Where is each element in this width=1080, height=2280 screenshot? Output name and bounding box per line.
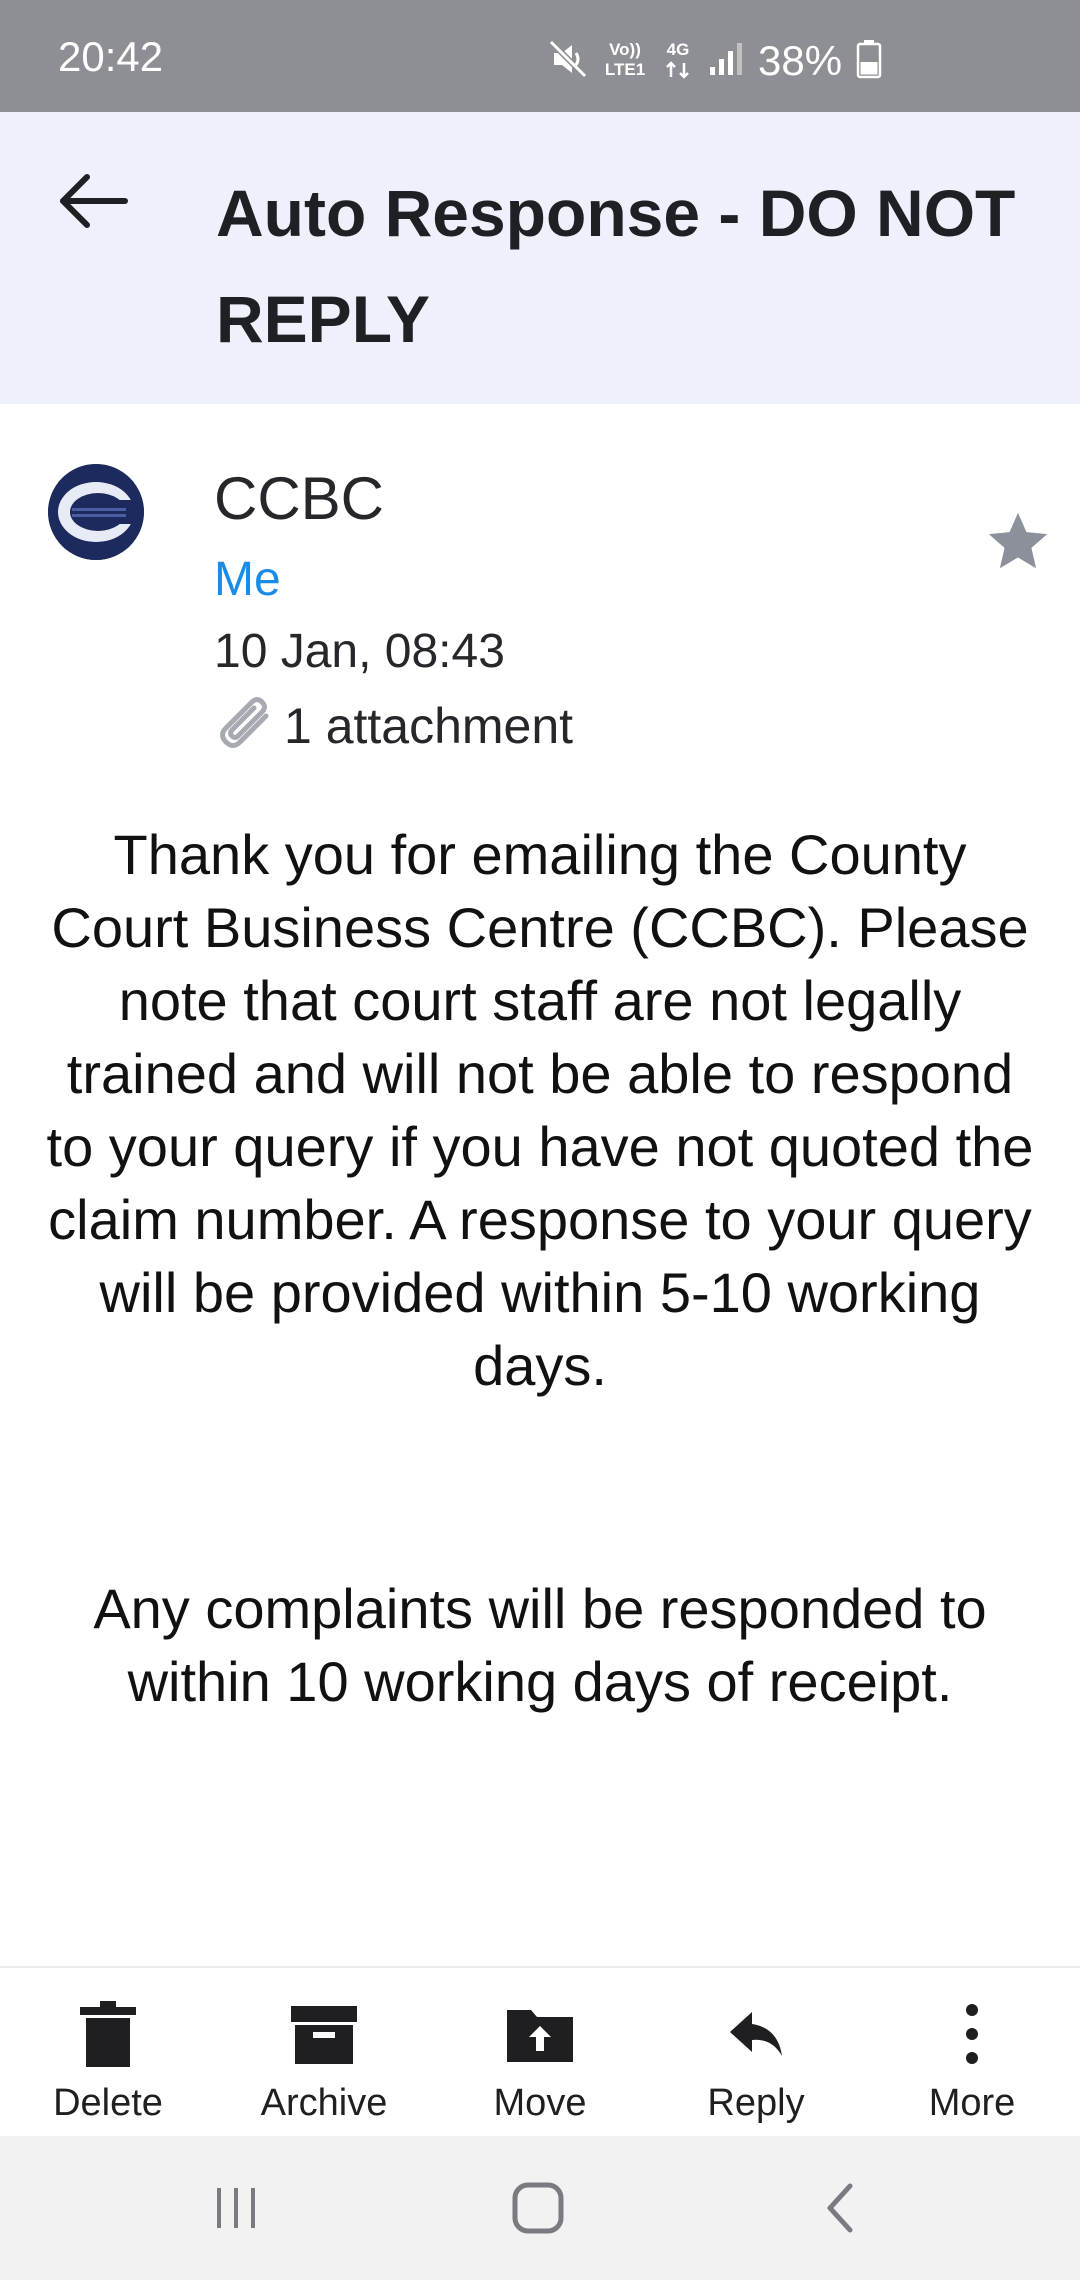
trash-icon: [68, 1994, 148, 2074]
status-icons: Vo)) LTE1 4G 38%: [548, 36, 882, 86]
battery-icon: [856, 39, 882, 84]
delete-label: Delete: [53, 2082, 163, 2124]
svg-text:LTE1: LTE1: [605, 60, 645, 79]
reply-button[interactable]: Reply: [648, 1968, 864, 2138]
battery-percent: 38%: [758, 37, 843, 84]
volte-icon: Vo)) LTE1: [602, 37, 648, 86]
star-icon: [988, 512, 1048, 569]
recent-apps-icon: [217, 2188, 255, 2228]
system-nav-bar: [0, 2136, 1080, 2280]
arrow-left-icon: [60, 174, 128, 228]
sender-name[interactable]: CCBC: [214, 466, 384, 532]
nav-back-button[interactable]: [790, 2166, 890, 2250]
status-bar: 20:42 Vo)) LTE1 4G 38%: [0, 0, 1080, 112]
body-paragraph: Any complaints will be responded to with…: [93, 1577, 987, 1713]
archive-icon: [284, 1994, 364, 2074]
recent-apps-button[interactable]: [186, 2166, 286, 2250]
move-button[interactable]: Move: [432, 1968, 648, 2138]
delete-button[interactable]: Delete: [0, 1968, 216, 2138]
message-subject: Auto Response - DO NOT REPLY: [216, 176, 1016, 356]
message-date: 10 Jan, 08:43: [214, 625, 505, 678]
email-body: Thank you for emailing the County Court …: [40, 818, 1040, 1718]
recipient-link[interactable]: Me: [214, 553, 281, 607]
4g-data-icon: 4G: [662, 37, 694, 86]
reply-label: Reply: [707, 2082, 805, 2124]
signal-icon: [708, 41, 744, 82]
archive-button[interactable]: Archive: [216, 1968, 432, 2138]
reply-icon: [716, 1994, 796, 2074]
back-button[interactable]: [48, 156, 138, 246]
more-vertical-icon: [932, 1994, 1012, 2074]
svg-text:4G: 4G: [667, 40, 690, 59]
body-paragraph: Thank you for emailing the County Court …: [46, 823, 1034, 1397]
message-header: Auto Response - DO NOT REPLY: [0, 112, 1080, 404]
folder-move-icon: [500, 1994, 580, 2074]
attachment-link[interactable]: 1 attachment: [214, 694, 573, 758]
more-button[interactable]: More: [864, 1968, 1080, 2138]
move-label: Move: [493, 2082, 587, 2124]
home-icon: [512, 2182, 564, 2234]
sender-avatar[interactable]: [48, 464, 144, 560]
star-button[interactable]: [976, 500, 1060, 584]
action-bar: Delete Archive Move Reply More: [0, 1966, 1080, 2138]
svg-text:Vo)): Vo)): [609, 40, 641, 59]
archive-label: Archive: [260, 2082, 388, 2124]
more-label: More: [928, 2082, 1016, 2124]
email-screen: 20:42 Vo)) LTE1 4G 38% Auto Response - D…: [0, 0, 1080, 2280]
ccbc-logo-icon: [48, 464, 144, 560]
mute-icon: [548, 39, 588, 84]
status-time: 20:42: [58, 33, 164, 80]
paperclip-icon: [214, 694, 284, 758]
home-button[interactable]: [488, 2166, 588, 2250]
attachment-label: 1 attachment: [284, 698, 574, 754]
back-icon: [827, 2183, 853, 2233]
